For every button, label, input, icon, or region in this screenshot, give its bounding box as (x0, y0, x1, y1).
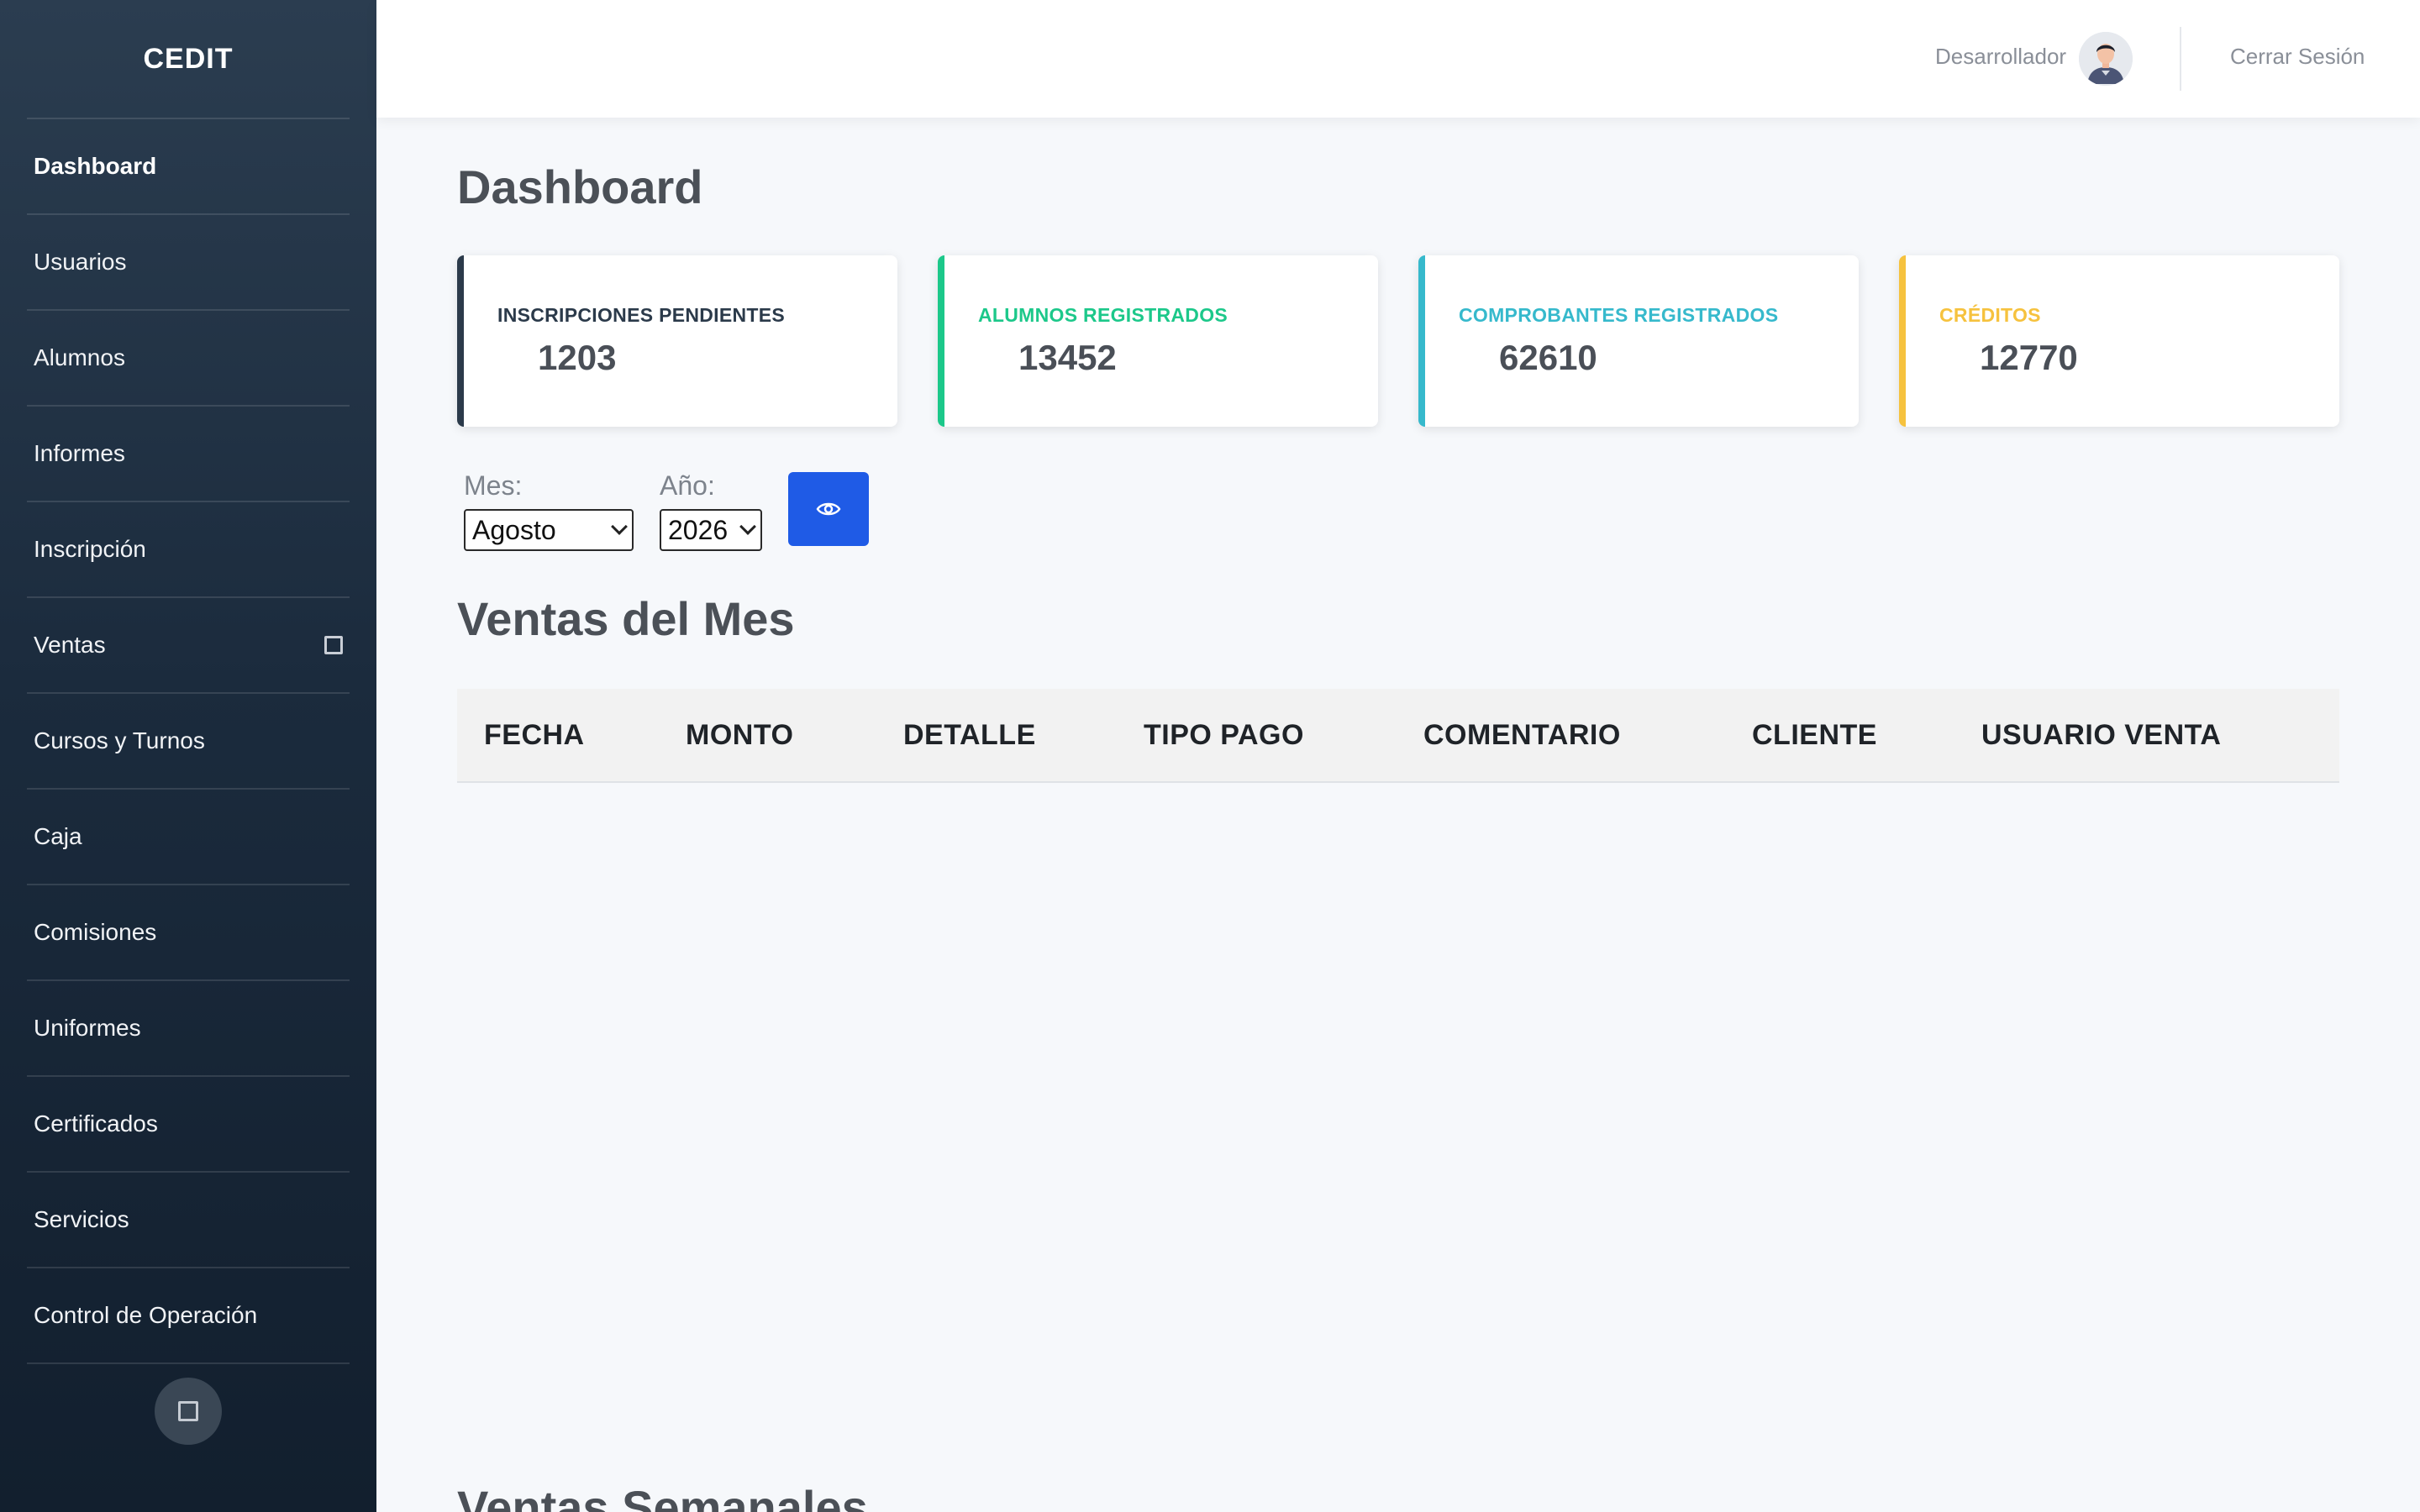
sidebar-nav: Dashboard Usuarios Alumnos Informes Insc… (27, 118, 350, 1364)
stat-card-value: 62610 (1499, 338, 1597, 377)
sidebar-item-alumnos[interactable]: Alumnos (27, 311, 350, 407)
column-header-monto[interactable]: MONTO (686, 719, 793, 752)
sidebar-item-caja[interactable]: Caja (27, 790, 350, 885)
stat-card-value: 13452 (1018, 338, 1117, 377)
sidebar-item-control-de-operacion[interactable]: Control de Operación (27, 1268, 350, 1364)
sidebar-item-label: Caja (34, 823, 82, 849)
sidebar-toggle-button[interactable] (155, 1378, 222, 1445)
sidebar-item-label: Control de Operación (34, 1302, 258, 1328)
logout-link[interactable]: Cerrar Sesión (2230, 44, 2365, 70)
sidebar-item-label: Dashboard (34, 153, 157, 179)
column-header-cliente[interactable]: CLIENTE (1752, 719, 1877, 752)
user-name[interactable]: Desarrollador (1935, 44, 2066, 70)
column-header-tipo-pago[interactable]: TIPO PAGO (1144, 719, 1304, 752)
sidebar-item-dashboard[interactable]: Dashboard (27, 119, 350, 215)
sidebar-item-label: Usuarios (34, 249, 127, 275)
stat-card-alumnos: ALUMNOS REGISTRADOS 13452 (938, 255, 1378, 427)
square-icon (178, 1401, 198, 1421)
sales-table-header: FECHA MONTO DETALLE TIPO PAGO COMENTARIO… (457, 689, 2339, 783)
main-content: Dashboard INSCRIPCIONES PENDIENTES 1203 … (457, 118, 2339, 1512)
sidebar-item-label: Ventas (34, 632, 106, 658)
stat-card-label: CRÉDITOS (1939, 304, 2041, 326)
year-select[interactable]: 2026 (660, 509, 762, 551)
chevron-down-icon (611, 518, 628, 535)
expand-square-icon (324, 636, 343, 654)
app-root: CEDIT Dashboard Usuarios Alumnos Informe… (0, 0, 2420, 1512)
sidebar-item-label: Alumnos (34, 344, 125, 370)
sidebar-item-informes[interactable]: Informes (27, 407, 350, 502)
column-header-comentario[interactable]: COMENTARIO (1423, 719, 1621, 752)
stat-card-creditos: CRÉDITOS 12770 (1899, 255, 2339, 427)
month-select[interactable]: Agosto (464, 509, 634, 551)
sidebar-item-label: Servicios (34, 1206, 129, 1232)
sidebar-item-certificados[interactable]: Certificados (27, 1077, 350, 1173)
sidebar-item-label: Cursos y Turnos (34, 727, 205, 753)
sidebar-item-comisiones[interactable]: Comisiones (27, 885, 350, 981)
column-header-detalle[interactable]: DETALLE (903, 719, 1036, 752)
view-button[interactable] (788, 472, 869, 546)
stat-card-value: 12770 (1980, 338, 2078, 377)
sidebar-item-usuarios[interactable]: Usuarios (27, 215, 350, 311)
topbar-divider (2180, 27, 2181, 91)
month-label: Mes: (464, 470, 523, 501)
sidebar: CEDIT Dashboard Usuarios Alumnos Informe… (0, 0, 376, 1512)
sidebar-item-label: Comisiones (34, 919, 157, 945)
year-select-value: 2026 (668, 514, 729, 545)
topbar: Desarrollador Cerrar Sesión (376, 0, 2420, 118)
sales-month-title: Ventas del Mes (457, 592, 795, 645)
page-title: Dashboard (457, 160, 703, 213)
user-avatar-icon[interactable] (2079, 32, 2133, 86)
eye-icon (816, 502, 841, 516)
sidebar-item-label: Inscripción (34, 536, 146, 562)
stat-card-label: INSCRIPCIONES PENDIENTES (497, 304, 786, 326)
chevron-down-icon (739, 518, 756, 535)
sidebar-item-inscripcion[interactable]: Inscripción (27, 502, 350, 598)
stat-cards: INSCRIPCIONES PENDIENTES 1203 ALUMNOS RE… (457, 255, 2339, 427)
month-select-value: Agosto (472, 514, 556, 545)
sidebar-item-label: Uniformes (34, 1015, 141, 1041)
stat-card-comprobantes: COMPROBANTES REGISTRADOS 62610 (1418, 255, 1859, 427)
column-header-fecha[interactable]: FECHA (484, 719, 585, 752)
sidebar-item-cursos-y-turnos[interactable]: Cursos y Turnos (27, 694, 350, 790)
weekly-sales-title: Ventas Semanales (457, 1481, 868, 1512)
sidebar-item-uniformes[interactable]: Uniformes (27, 981, 350, 1077)
sidebar-item-ventas[interactable]: Ventas (27, 598, 350, 694)
sidebar-item-servicios[interactable]: Servicios (27, 1173, 350, 1268)
column-header-usuario-venta[interactable]: USUARIO VENTA (1981, 719, 2221, 752)
stat-card-value: 1203 (538, 338, 617, 377)
sidebar-item-label: Certificados (34, 1110, 158, 1137)
sidebar-item-label: Informes (34, 440, 125, 466)
stat-card-label: ALUMNOS REGISTRADOS (978, 304, 1228, 326)
brand-logo[interactable]: CEDIT (0, 0, 376, 118)
stat-card-inscripciones: INSCRIPCIONES PENDIENTES 1203 (457, 255, 897, 427)
year-label: Año: (660, 470, 715, 501)
stat-card-label: COMPROBANTES REGISTRADOS (1459, 304, 1779, 326)
